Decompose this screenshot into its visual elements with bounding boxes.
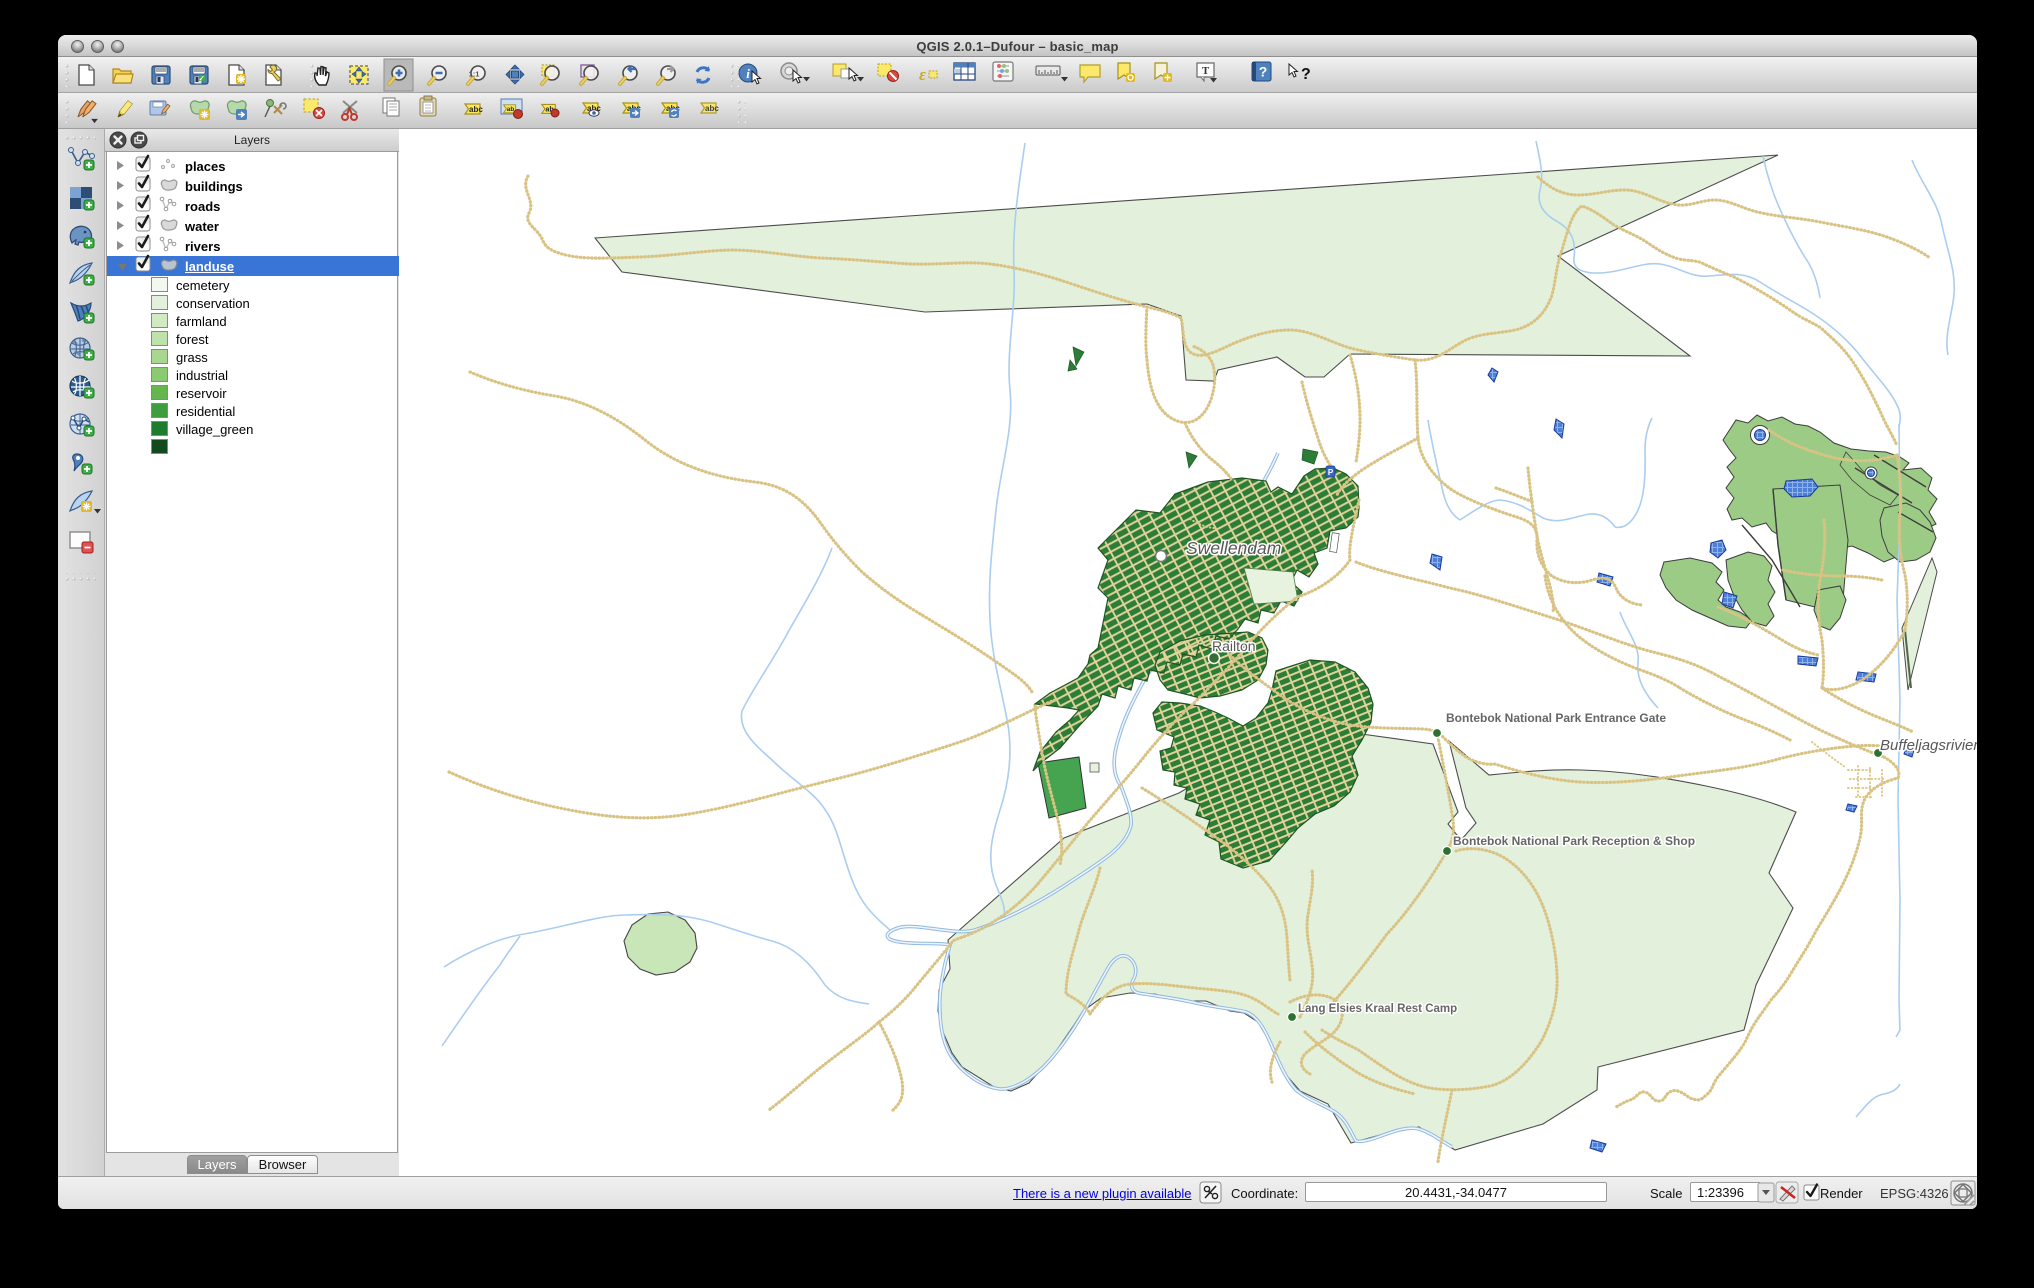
svg-text:ε: ε bbox=[919, 65, 926, 84]
svg-text:Bontebok National Park Recepti: Bontebok National Park Reception & Shop bbox=[1453, 834, 1695, 848]
svg-text:i: i bbox=[746, 66, 750, 81]
svg-text:T: T bbox=[1202, 65, 1210, 77]
svg-text:?: ? bbox=[1259, 64, 1268, 80]
svg-text:Swellendam: Swellendam bbox=[1186, 538, 1281, 558]
svg-text:P: P bbox=[1328, 468, 1334, 477]
svg-text:Bontebok National Park Entranc: Bontebok National Park Entrance Gate bbox=[1446, 711, 1666, 725]
svg-text:ab: ab bbox=[507, 106, 515, 113]
svg-text:Lang Elsies Kraal Rest Camp: Lang Elsies Kraal Rest Camp bbox=[1298, 1003, 1457, 1015]
svg-text:Railton: Railton bbox=[1212, 638, 1256, 654]
svg-text:1:1: 1:1 bbox=[469, 70, 480, 79]
svg-text:Buffeljagsrivier: Buffeljagsrivier bbox=[1880, 737, 1977, 754]
svg-text:?: ? bbox=[1301, 66, 1311, 83]
